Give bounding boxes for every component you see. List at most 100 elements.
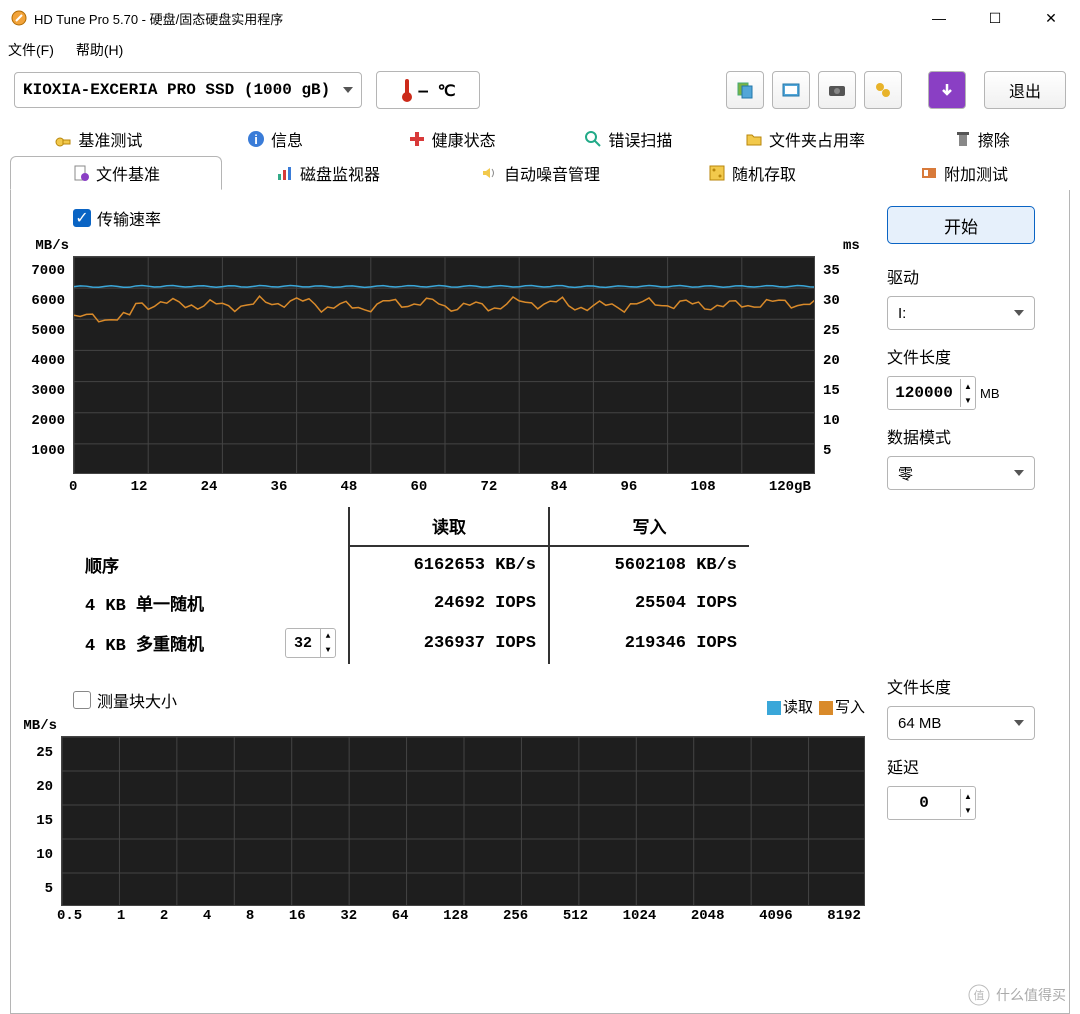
chart1-xtick: 108 xyxy=(690,479,715,495)
chart2-legend: 读取 写入 xyxy=(767,696,865,717)
results-table: 读取写入 顺序6162653 KB/s5602108 KB/s 4 KB 单一随… xyxy=(73,507,873,664)
chart2-xtick: 2 xyxy=(160,908,168,924)
side-filelen-label: 文件长度 xyxy=(887,344,1057,368)
tab-label: 自动噪音管理 xyxy=(504,161,600,185)
filelen-input[interactable] xyxy=(888,384,960,402)
chart1-y-right-unit: ms xyxy=(843,238,873,254)
chart2-xtick: 8 xyxy=(246,908,254,924)
tab-monitor[interactable]: 磁盘监视器 xyxy=(222,156,434,190)
tab-label: 信息 xyxy=(271,127,303,151)
side-drive-select[interactable]: I: xyxy=(887,296,1035,330)
watermark: 值 什么值得买 xyxy=(968,984,1066,1006)
tab-label: 磁盘监视器 xyxy=(300,161,380,185)
window-title: HD Tune Pro 5.70 - 硬盘/固态硬盘实用程序 xyxy=(34,9,916,28)
settings-button[interactable] xyxy=(864,71,902,109)
block-size-chart xyxy=(61,736,865,906)
seq-write-value: 5602108 KB/s xyxy=(549,546,749,584)
chart1-ytick-r: 30 xyxy=(823,286,849,316)
tab-extra[interactable]: 附加测试 xyxy=(858,156,1070,190)
results-col-write: 写入 xyxy=(549,507,749,546)
minimize-button[interactable]: — xyxy=(916,3,962,33)
tab-label: 附加测试 xyxy=(944,161,1008,185)
maximize-button[interactable]: ☐ xyxy=(972,3,1018,33)
tab-health[interactable]: 健康状态 xyxy=(363,122,540,156)
chart2-xtick: 1024 xyxy=(623,908,657,924)
tab-sound[interactable]: 自动噪音管理 xyxy=(434,156,646,190)
menu-bar: 文件(F) 帮助(H) xyxy=(0,36,1080,64)
tab-label: 文件基准 xyxy=(96,161,160,185)
drive-select-value: KIOXIA-EXCERIA PRO SSD (1000 gB) xyxy=(23,81,330,99)
random-icon xyxy=(708,164,726,182)
filebench-icon xyxy=(72,164,90,182)
spinner-down-icon[interactable]: ▼ xyxy=(961,393,975,407)
tab-label: 健康状态 xyxy=(432,127,496,151)
transfer-rate-checkbox-row: ✓ 传输速率 xyxy=(73,206,873,230)
transfer-rate-chart xyxy=(73,256,815,474)
spinner-down-icon[interactable]: ▼ xyxy=(321,643,335,657)
exit-button[interactable]: 退出 xyxy=(984,71,1066,109)
camera-button[interactable] xyxy=(818,71,856,109)
chart1-xtick: 36 xyxy=(271,479,288,495)
start-button[interactable]: 开始 xyxy=(887,206,1035,244)
tab-label: 基准测试 xyxy=(78,127,142,151)
latency-input[interactable] xyxy=(888,794,960,812)
filelen-spinner[interactable]: ▲▼ xyxy=(887,376,976,410)
watermark-icon: 值 xyxy=(968,984,990,1006)
chart2-xtick: 128 xyxy=(443,908,468,924)
side-drive-label: 驱动 xyxy=(887,264,1057,288)
side-drive-value: I: xyxy=(898,305,906,322)
tab-key[interactable]: 基准测试 xyxy=(10,122,187,156)
side-filelen2-label: 文件长度 xyxy=(887,674,1057,698)
filelen2-select[interactable]: 64 MB xyxy=(887,706,1035,740)
folder-icon xyxy=(745,130,763,148)
toolbar: KIOXIA-EXCERIA PRO SSD (1000 gB) — ℃ 退出 xyxy=(0,64,1080,116)
chart2-xtick: 32 xyxy=(340,908,357,924)
screenshot-button[interactable] xyxy=(772,71,810,109)
save-button[interactable] xyxy=(928,71,966,109)
chart2-xtick: 8192 xyxy=(827,908,861,924)
tab-folder[interactable]: 文件夹占用率 xyxy=(717,122,894,156)
pattern-select[interactable]: 零 xyxy=(887,456,1035,490)
tab-label: 错误扫描 xyxy=(608,127,672,151)
tab-random[interactable]: 随机存取 xyxy=(646,156,858,190)
multi-count-spinner[interactable]: ▲▼ xyxy=(285,628,336,658)
temperature-display: — ℃ xyxy=(376,71,480,109)
results-row-4k-multi: 4 KB 多重随机 xyxy=(73,622,273,664)
transfer-rate-checkbox[interactable]: ✓ xyxy=(73,209,91,227)
multi-count-input[interactable] xyxy=(286,635,320,652)
block-size-checkbox[interactable] xyxy=(73,691,91,709)
watermark-text: 什么值得买 xyxy=(996,985,1066,1005)
menu-file[interactable]: 文件(F) xyxy=(8,40,54,60)
tab-search[interactable]: 错误扫描 xyxy=(540,122,717,156)
chart2-xtick: 16 xyxy=(289,908,306,924)
block-size-label: 测量块大小 xyxy=(97,688,177,712)
chart2-y-unit: MB/s xyxy=(23,718,57,734)
block-size-checkbox-row: 测量块大小 xyxy=(73,688,873,712)
chart2-ytick: 20 xyxy=(23,770,53,804)
close-button[interactable]: ✕ xyxy=(1028,3,1074,33)
chart1-xtick: 0 xyxy=(69,479,77,495)
chart1-ytick: 7000 xyxy=(23,256,65,286)
drive-select[interactable]: KIOXIA-EXCERIA PRO SSD (1000 gB) xyxy=(14,72,362,108)
latency-spinner[interactable]: ▲▼ xyxy=(887,786,976,820)
spinner-up-icon[interactable]: ▲ xyxy=(961,379,975,393)
chart1-ytick: 3000 xyxy=(23,376,65,406)
menu-help[interactable]: 帮助(H) xyxy=(76,40,123,60)
chart2-xtick: 2048 xyxy=(691,908,725,924)
side-pattern-label: 数据模式 xyxy=(887,424,1057,448)
tab-info[interactable]: i信息 xyxy=(187,122,364,156)
svg-text:值: 值 xyxy=(974,989,985,1002)
spinner-down-icon[interactable]: ▼ xyxy=(961,803,975,817)
legend-read-label: 读取 xyxy=(783,699,813,716)
chart1-xtick: 24 xyxy=(201,479,218,495)
tab-filebench[interactable]: 文件基准 xyxy=(10,156,222,190)
copy-button[interactable] xyxy=(726,71,764,109)
search-icon xyxy=(584,130,602,148)
tab-label: 随机存取 xyxy=(732,161,796,185)
spinner-up-icon[interactable]: ▲ xyxy=(321,629,335,643)
tab-erase[interactable]: 擦除 xyxy=(893,122,1070,156)
monitor-icon xyxy=(276,164,294,182)
chart1-ytick-r: 20 xyxy=(823,346,849,376)
spinner-up-icon[interactable]: ▲ xyxy=(961,789,975,803)
chart2-wrap: 252015105 xyxy=(23,736,873,906)
